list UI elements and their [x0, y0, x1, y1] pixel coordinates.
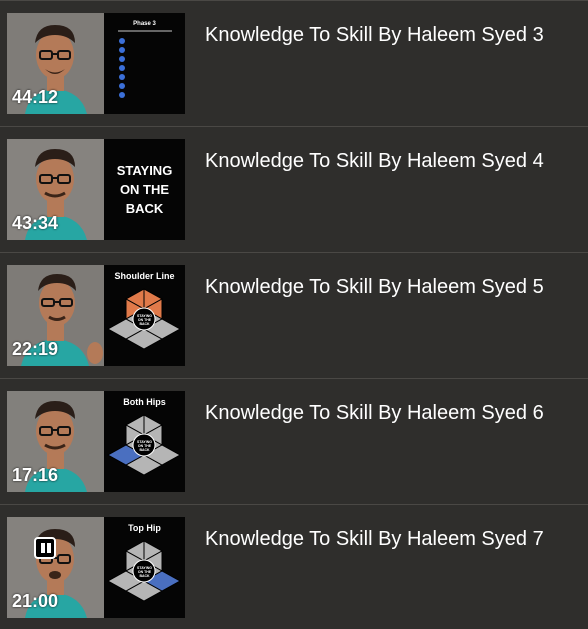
slide-hex-center: STAYING ON THE BACK — [137, 314, 152, 326]
video-list-item[interactable]: Phase 3 44:12 Knowledge To Skill By Hale… — [0, 0, 588, 125]
slide-image: Phase 3 — [104, 13, 185, 114]
video-duration: 22:19 — [12, 339, 59, 359]
video-duration: 21:00 — [12, 591, 59, 611]
pause-icon[interactable] — [34, 537, 56, 559]
video-thumbnail[interactable]: Phase 3 44:12 — [7, 13, 185, 114]
video-list-item[interactable]: STAYING ON THE BACK 43:34 Knowledge To S… — [0, 126, 588, 251]
slide-image: Both Hips STAYING ON THE BACK — [104, 391, 185, 492]
slide-line-2: ON THE — [119, 182, 170, 197]
video-thumbnail[interactable]: Shoulder Line STAYING ON THE BACK 22:19 — [7, 265, 185, 366]
video-list-item[interactable]: Top Hip STAYING ON THE BACK 21:00 Knowle… — [0, 504, 588, 629]
video-thumbnail[interactable]: Top Hip STAYING ON THE BACK 21:00 — [7, 517, 185, 618]
video-title[interactable]: Knowledge To Skill By Haleem Syed 5 — [205, 276, 544, 299]
slide-line-1: STAYING — [116, 163, 173, 178]
video-thumbnail[interactable]: STAYING ON THE BACK 43:34 — [7, 139, 185, 240]
slide-image: Shoulder Line STAYING ON THE BACK — [104, 265, 185, 366]
video-title[interactable]: Knowledge To Skill By Haleem Syed 6 — [205, 402, 544, 425]
slide-hex-center: STAYING ON THE BACK — [137, 440, 152, 452]
slide-hex-center: STAYING ON THE BACK — [137, 566, 152, 578]
video-list: Phase 3 44:12 Knowledge To Skill By Hale… — [0, 0, 588, 621]
slide-image: STAYING ON THE BACK — [104, 139, 185, 240]
video-title[interactable]: Knowledge To Skill By Haleem Syed 3 — [205, 24, 544, 47]
slide-line-3: BACK — [125, 201, 164, 216]
video-list-item[interactable]: Shoulder Line STAYING ON THE BACK 22:19 … — [0, 252, 588, 377]
video-duration: 43:34 — [12, 213, 59, 233]
slide-image: Top Hip STAYING ON THE BACK — [104, 517, 185, 618]
video-duration: 17:16 — [12, 465, 59, 485]
video-thumbnail[interactable]: Both Hips STAYING ON THE BACK 17:16 — [7, 391, 185, 492]
video-list-item[interactable]: Both Hips STAYING ON THE BACK 17:16 Know… — [0, 378, 588, 503]
video-title[interactable]: Knowledge To Skill By Haleem Syed 4 — [205, 150, 544, 173]
video-duration: 44:12 — [12, 87, 59, 107]
video-title[interactable]: Knowledge To Skill By Haleem Syed 7 — [205, 528, 544, 551]
